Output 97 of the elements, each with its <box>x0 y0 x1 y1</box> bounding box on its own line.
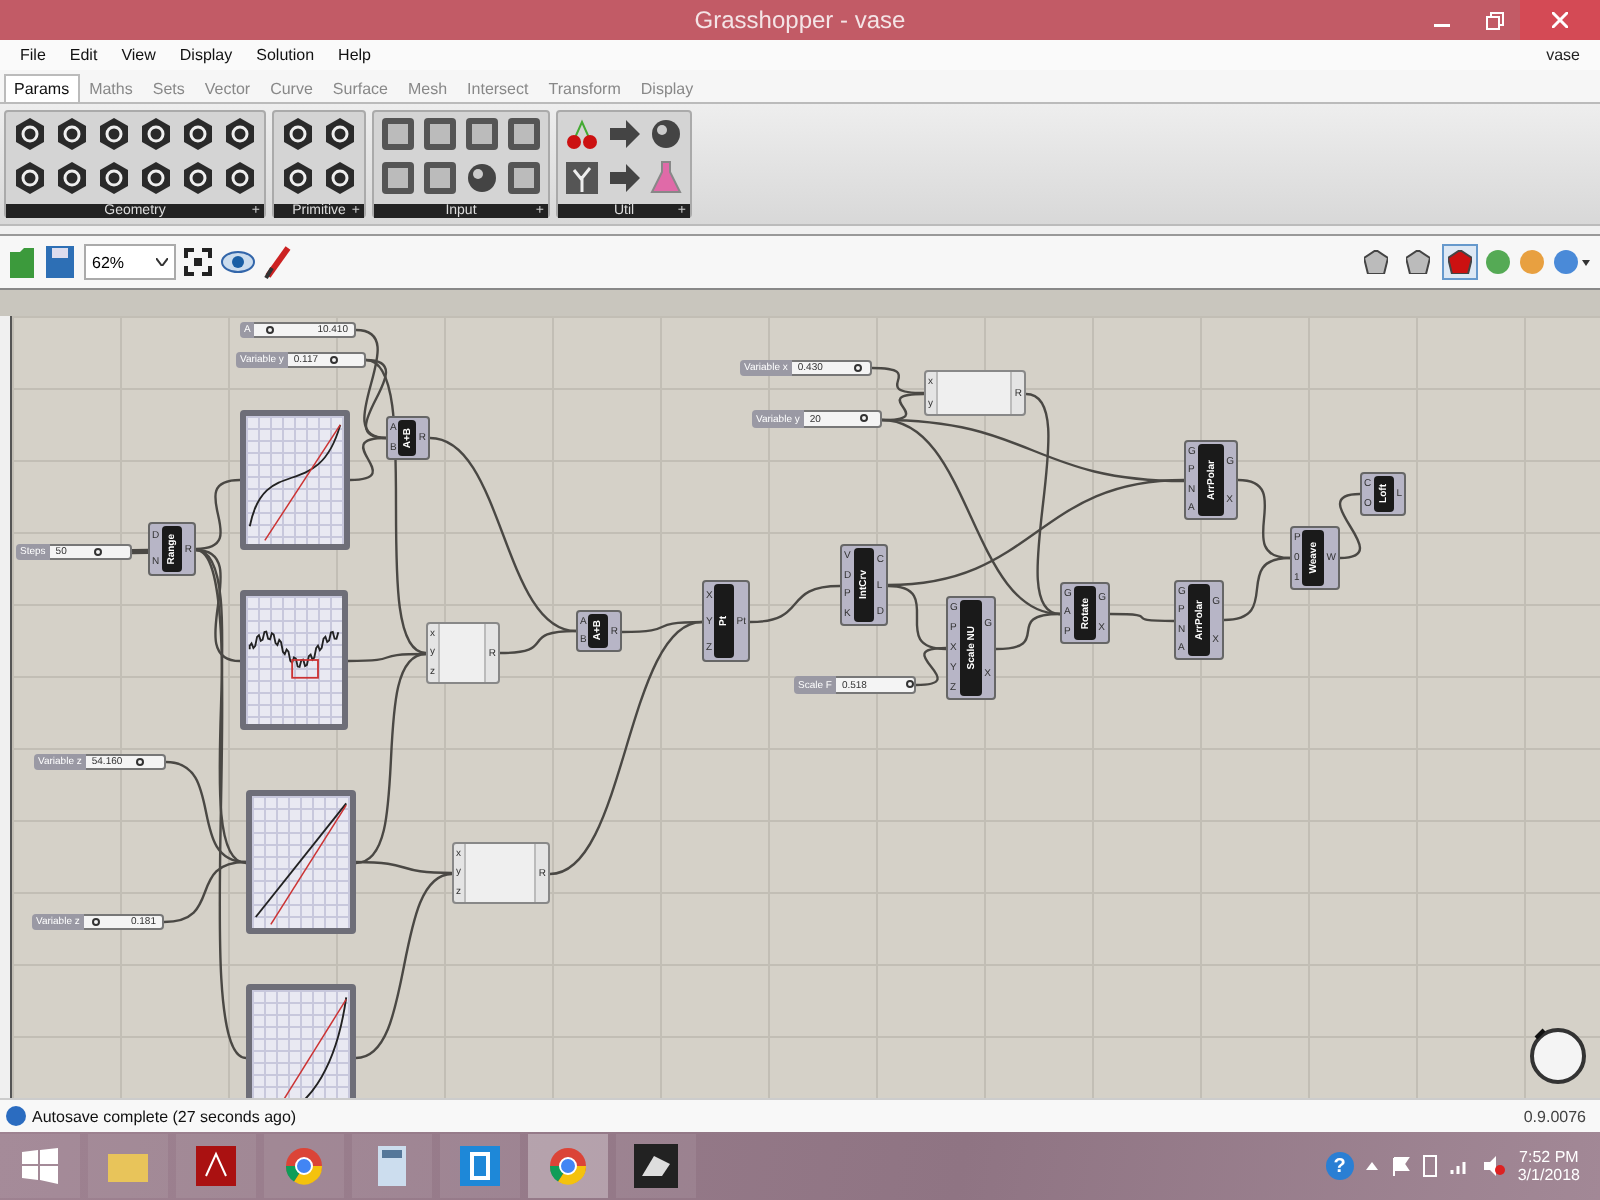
info-icon <box>6 1106 26 1126</box>
node-canvas[interactable] <box>10 316 1600 1098</box>
wire <box>1336 490 1364 562</box>
arrow-icon[interactable] <box>606 160 642 196</box>
wire <box>128 545 152 556</box>
hexagon-icon[interactable] <box>322 116 358 152</box>
hexagon-icon[interactable] <box>322 160 358 196</box>
chevron-up-icon[interactable] <box>1365 1162 1378 1170</box>
battery-icon[interactable] <box>1421 1154 1438 1178</box>
sphere-icon[interactable] <box>464 160 500 196</box>
hexagon-icon[interactable] <box>138 116 174 152</box>
hexagon-icon[interactable] <box>12 160 48 196</box>
pdf-icon <box>196 1146 236 1186</box>
open-file-icon[interactable] <box>8 244 36 280</box>
tile-icon[interactable] <box>422 116 458 152</box>
hexagon-icon[interactable] <box>222 160 258 196</box>
document-name: vase <box>1546 46 1582 64</box>
folder-icon <box>106 1148 150 1184</box>
slider-knob[interactable] <box>329 356 338 364</box>
menu-item[interactable]: File <box>8 46 58 64</box>
restore-icon[interactable] <box>1485 11 1503 29</box>
hexagon-icon[interactable] <box>96 160 132 196</box>
curve-line <box>248 630 340 668</box>
tile-icon[interactable] <box>422 160 458 196</box>
tree-icon[interactable] <box>564 160 600 196</box>
cherry-icon[interactable] <box>564 116 600 152</box>
graph-mapper[interactable] <box>246 790 356 934</box>
taskbar-app[interactable] <box>616 1134 696 1198</box>
selection-rectangle <box>291 659 319 679</box>
preview-mode-button[interactable] <box>1442 244 1478 280</box>
calculator-icon <box>378 1146 406 1186</box>
wire <box>746 581 844 625</box>
graph-mapper[interactable] <box>240 590 348 730</box>
hexagon-icon[interactable] <box>96 116 132 152</box>
hexagon-icon[interactable] <box>280 116 316 152</box>
slider-knob[interactable] <box>906 680 915 688</box>
browser-icon <box>548 1146 588 1186</box>
flag-icon[interactable] <box>1389 1156 1410 1176</box>
zoom-dropdown[interactable]: 62% <box>84 244 176 280</box>
hexagon-icon[interactable] <box>180 160 216 196</box>
slider-knob[interactable] <box>93 548 102 556</box>
menu-item[interactable]: View <box>109 46 168 64</box>
slider-knob[interactable] <box>91 918 100 926</box>
slider-knob[interactable] <box>854 364 863 372</box>
sphere-dropdown-icon[interactable] <box>1552 248 1592 276</box>
tile-icon[interactable] <box>380 116 416 152</box>
windows-start-icon[interactable] <box>22 1148 58 1184</box>
ribbon-tab[interactable]: Params <box>4 74 80 102</box>
clock-time: 7:52 PM <box>1519 1148 1579 1166</box>
curve-line <box>248 423 342 528</box>
graph-mapper[interactable] <box>240 410 350 550</box>
hexagon-icon[interactable] <box>222 116 258 152</box>
tile-icon[interactable] <box>506 160 542 196</box>
preview-mode-button[interactable] <box>1358 244 1394 280</box>
wire <box>1220 554 1294 624</box>
guide-line <box>264 424 341 542</box>
wire <box>868 364 928 397</box>
paintbrush-icon[interactable] <box>264 244 292 280</box>
menu-item[interactable]: Solution <box>244 46 327 64</box>
menu-item[interactable]: Edit <box>57 46 110 64</box>
hexagon-icon[interactable] <box>54 116 90 152</box>
version-label: 0.9.0076 <box>1523 1107 1588 1125</box>
wire <box>1106 609 1178 624</box>
help-icon[interactable]: ? <box>1325 1152 1354 1180</box>
eye-icon[interactable] <box>220 250 256 274</box>
graph-mapper[interactable] <box>246 984 356 1098</box>
guide-line <box>270 804 347 926</box>
hexagon-icon[interactable] <box>280 160 316 196</box>
speaker-icon[interactable] <box>1481 1156 1506 1176</box>
app-logo-icon <box>634 1144 678 1188</box>
signal-icon[interactable] <box>1449 1156 1470 1176</box>
status-message: Autosave complete (27 seconds ago) <box>32 1107 297 1125</box>
hexagon-icon[interactable] <box>12 116 48 152</box>
sphere-icon[interactable] <box>648 116 684 152</box>
browser-icon <box>284 1146 324 1186</box>
slider-knob[interactable] <box>136 758 145 766</box>
slider-knob[interactable] <box>265 326 274 334</box>
app-window-icon <box>460 1146 500 1186</box>
tile-icon[interactable] <box>506 116 542 152</box>
menu-item[interactable]: Help <box>326 46 383 64</box>
slider-knob[interactable] <box>860 414 869 422</box>
hexagon-icon[interactable] <box>180 116 216 152</box>
zoom-extents-icon[interactable] <box>184 248 212 276</box>
close-icon[interactable] <box>1552 12 1568 28</box>
chevron-down-icon <box>156 258 168 266</box>
compass-icon[interactable] <box>1528 1026 1588 1086</box>
arrow-icon[interactable] <box>606 116 642 152</box>
window-title: Grasshopper - vase <box>694 6 906 34</box>
menu-item[interactable]: Display <box>167 46 245 64</box>
clock-date: 3/1/2018 <box>1517 1166 1580 1184</box>
hexagon-icon[interactable] <box>138 160 174 196</box>
save-icon[interactable] <box>44 244 76 280</box>
curve-line <box>254 802 348 918</box>
hexagon-icon[interactable] <box>54 160 90 196</box>
preview-mode-button[interactable] <box>1400 244 1436 280</box>
tile-icon[interactable] <box>380 160 416 196</box>
tile-icon[interactable] <box>464 116 500 152</box>
